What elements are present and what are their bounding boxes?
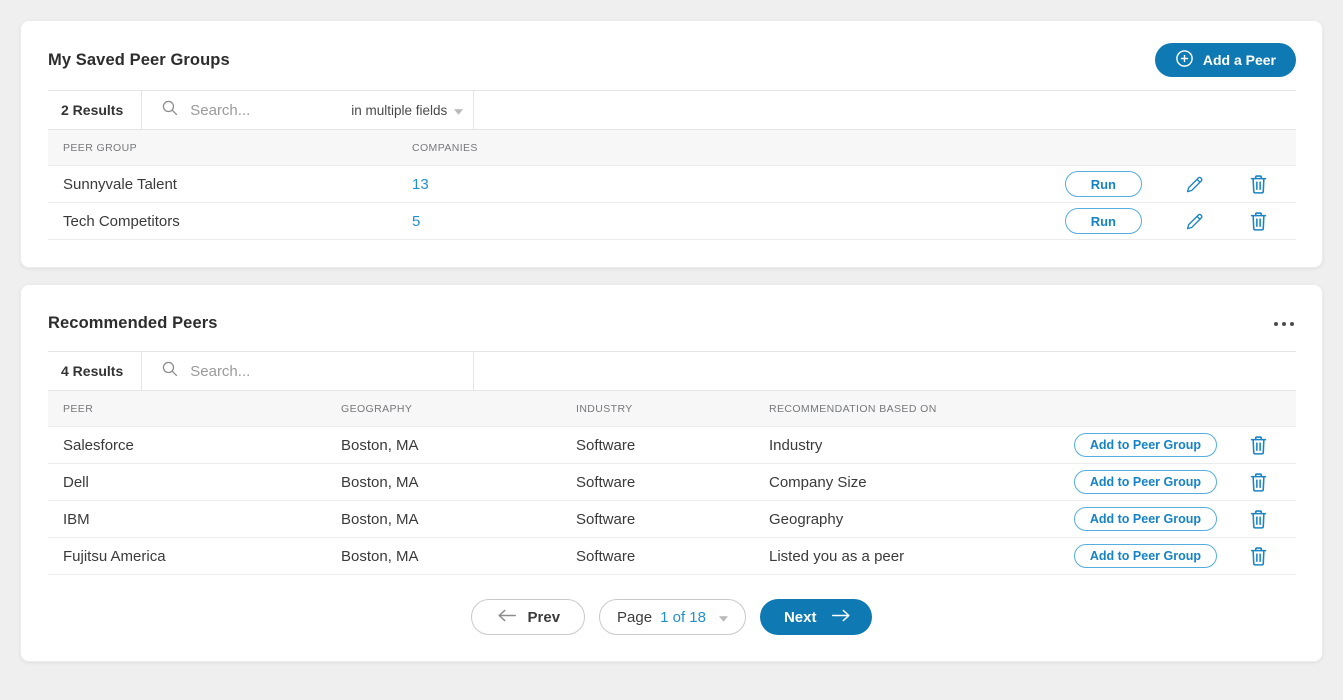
saved-peer-groups-header: My Saved Peer Groups Add a Peer [21, 21, 1322, 77]
table-header-row: PEER GEOGRAPHY INDUSTRY RECOMMENDATION B… [48, 391, 1296, 427]
column-header-geography: GEOGRAPHY [326, 403, 561, 415]
chevron-down-icon [454, 103, 463, 118]
add-to-peer-group-button[interactable]: Add to Peer Group [1074, 470, 1217, 494]
add-to-peer-group-button[interactable]: Add to Peer Group [1074, 507, 1217, 531]
add-a-peer-button[interactable]: Add a Peer [1155, 43, 1296, 77]
recommended-peers-title: Recommended Peers [48, 314, 218, 333]
industry-cell: Software [561, 511, 754, 528]
overflow-menu-icon[interactable] [1272, 316, 1296, 332]
prev-label: Prev [528, 609, 561, 626]
geography-cell: Boston, MA [326, 474, 561, 491]
page-value: 1 of 18 [660, 609, 706, 626]
saved-peer-groups-card: My Saved Peer Groups Add a Peer 2 Result… [20, 20, 1323, 268]
table-row: Fujitsu America Boston, MA Software List… [48, 538, 1296, 575]
arrow-right-icon [830, 608, 852, 627]
geography-cell: Boston, MA [326, 548, 561, 565]
table-row: Sunnyvale Talent 13 Run [48, 166, 1296, 203]
add-to-peer-group-button[interactable]: Add to Peer Group [1074, 433, 1217, 457]
recommended-peers-toolbar: 4 Results [48, 351, 1296, 391]
next-button[interactable]: Next [760, 599, 873, 635]
recommended-peers-header: Recommended Peers [21, 285, 1322, 333]
run-button[interactable]: Run [1065, 171, 1142, 197]
results-count: 2 Results [48, 91, 142, 129]
recommendation-cell: Geography [754, 511, 1074, 528]
companies-count-link[interactable]: 13 [412, 176, 429, 193]
next-label: Next [784, 609, 817, 626]
saved-peer-groups-table: PEER GROUP COMPANIES Sunnyvale Talent 13… [48, 130, 1296, 240]
row-actions: Add to Peer Group [1074, 544, 1296, 568]
table-row: Tech Competitors 5 Run [48, 203, 1296, 240]
run-button[interactable]: Run [1065, 208, 1142, 234]
column-header-recommendation: RECOMMENDATION BASED ON [754, 403, 1296, 415]
search-section: in multiple fields [142, 91, 474, 129]
geography-cell: Boston, MA [326, 511, 561, 528]
add-a-peer-label: Add a Peer [1203, 52, 1276, 68]
search-input[interactable] [190, 363, 430, 380]
industry-cell: Software [561, 474, 754, 491]
peer-group-name: Tech Competitors [48, 213, 397, 230]
search-section [142, 352, 474, 390]
companies-cell: 5 [397, 213, 1065, 230]
prev-button[interactable]: Prev [471, 599, 586, 635]
peer-name: Salesforce [48, 437, 326, 454]
saved-peer-groups-toolbar: 2 Results in multiple fields [48, 90, 1296, 130]
edit-icon[interactable] [1184, 211, 1205, 232]
row-actions: Run [1065, 208, 1296, 234]
search-input[interactable] [190, 102, 320, 119]
companies-cell: 13 [397, 176, 1065, 193]
row-actions: Run [1065, 171, 1296, 197]
add-to-peer-group-button[interactable]: Add to Peer Group [1074, 544, 1217, 568]
page: { "colors": { "primary_blue": "#0e79b2",… [0, 20, 1343, 700]
edit-icon[interactable] [1184, 174, 1205, 195]
table-row: IBM Boston, MA Software Geography Add to… [48, 501, 1296, 538]
recommendation-cell: Company Size [754, 474, 1074, 491]
recommendation-cell: Listed you as a peer [754, 548, 1074, 565]
table-row: Dell Boston, MA Software Company Size Ad… [48, 464, 1296, 501]
arrow-left-icon [496, 608, 518, 627]
saved-peer-groups-title: My Saved Peer Groups [48, 51, 230, 70]
recommended-peers-card: Recommended Peers 4 Results PEER GEOGRAP… [20, 284, 1323, 662]
table-header-row: PEER GROUP COMPANIES [48, 130, 1296, 166]
recommended-peers-table: PEER GEOGRAPHY INDUSTRY RECOMMENDATION B… [48, 391, 1296, 575]
delete-icon[interactable] [1249, 472, 1268, 493]
geography-cell: Boston, MA [326, 437, 561, 454]
delete-icon[interactable] [1249, 211, 1268, 232]
column-header-peer-group: PEER GROUP [48, 142, 397, 154]
delete-icon[interactable] [1249, 174, 1268, 195]
column-header-industry: INDUSTRY [561, 403, 754, 415]
search-icon [161, 360, 179, 383]
page-label: Page [617, 609, 652, 626]
peer-group-name: Sunnyvale Talent [48, 176, 397, 193]
search-scope-label: in multiple fields [351, 103, 447, 118]
column-header-companies: COMPANIES [397, 142, 1296, 154]
peer-name: Fujitsu America [48, 548, 326, 565]
table-row: Salesforce Boston, MA Software Industry … [48, 427, 1296, 464]
page-selector-dropdown[interactable]: Page 1 of 18 [599, 599, 746, 635]
delete-icon[interactable] [1249, 509, 1268, 530]
pagination: Prev Page 1 of 18 Next [21, 599, 1322, 635]
peer-name: Dell [48, 474, 326, 491]
chevron-down-icon [712, 609, 728, 626]
row-actions: Add to Peer Group [1074, 433, 1296, 457]
results-count: 4 Results [48, 352, 142, 390]
industry-cell: Software [561, 548, 754, 565]
search-scope-dropdown[interactable]: in multiple fields [351, 103, 463, 118]
delete-icon[interactable] [1249, 546, 1268, 567]
recommendation-cell: Industry [754, 437, 1074, 454]
row-actions: Add to Peer Group [1074, 470, 1296, 494]
row-actions: Add to Peer Group [1074, 507, 1296, 531]
delete-icon[interactable] [1249, 435, 1268, 456]
plus-circle-icon [1175, 49, 1194, 71]
peer-name: IBM [48, 511, 326, 528]
search-icon [161, 99, 179, 122]
column-header-peer: PEER [48, 403, 326, 415]
industry-cell: Software [561, 437, 754, 454]
companies-count-link[interactable]: 5 [412, 213, 420, 230]
